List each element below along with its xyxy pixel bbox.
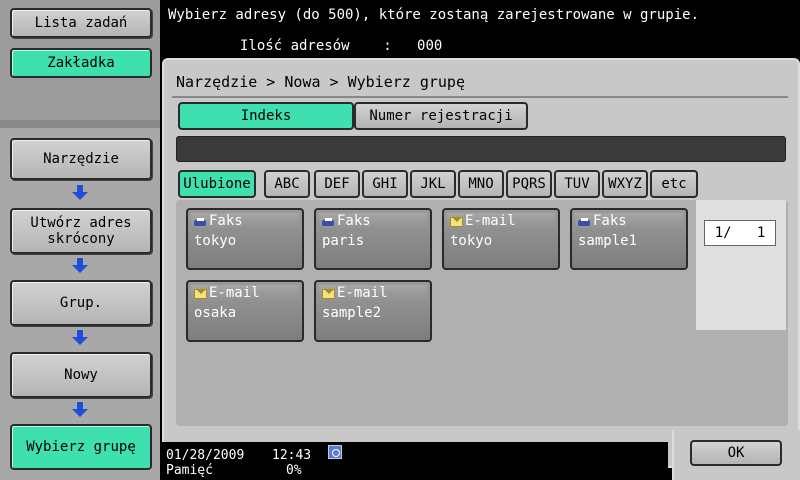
address-card[interactable]: E-mail osaka <box>186 280 304 342</box>
index-pqrs-button[interactable]: PQRS <box>506 170 552 198</box>
index-mno-button[interactable]: MNO <box>458 170 504 198</box>
address-type-label: Faks <box>593 213 627 229</box>
address-card[interactable]: E-mail sample2 <box>314 280 432 342</box>
address-card[interactable]: Faks paris <box>314 208 432 270</box>
address-type: Faks <box>319 213 427 231</box>
step-group-button[interactable]: Grup. <box>10 280 152 326</box>
search-display <box>176 136 786 162</box>
page-indicator: 1/ 1 <box>704 220 776 246</box>
tab-index[interactable]: Indeks <box>178 102 354 130</box>
index-etc-button[interactable]: etc <box>650 170 698 198</box>
job-list-button[interactable]: Lista zadań <box>10 8 152 38</box>
address-type-label: Faks <box>337 213 371 229</box>
status-bar: 01/28/2009 12:43 Pamięć 0% <box>162 442 668 480</box>
address-name: sample2 <box>322 305 382 321</box>
bookmark-button[interactable]: Zakładka <box>10 48 152 78</box>
address-count: Ilość adresów : 000 <box>240 37 442 55</box>
email-icon <box>194 289 207 299</box>
step-select-group-button[interactable]: Wybierz grupę <box>10 424 152 470</box>
sidebar-divider <box>0 120 160 128</box>
network-icon <box>328 445 342 459</box>
address-count-label: Ilość adresów <box>240 38 350 54</box>
address-count-separator: : <box>383 38 392 54</box>
address-name: tokyo <box>194 233 237 249</box>
address-type: Faks <box>575 213 683 231</box>
address-card[interactable]: E-mail tokyo <box>442 208 560 270</box>
main-panel: Narzędzie > Nowa > Wybierz grupę Indeks … <box>162 58 800 468</box>
step-tool-button[interactable]: Narzędzie <box>10 138 152 180</box>
address-type-label: Faks <box>209 213 243 229</box>
fax-icon <box>322 218 335 227</box>
down-arrow-icon <box>72 330 88 346</box>
address-name: sample1 <box>578 233 638 249</box>
step-new-button[interactable]: Nowy <box>10 352 152 398</box>
address-card[interactable]: Faks sample1 <box>570 208 688 270</box>
status-time: 12:43 <box>272 448 312 463</box>
address-count-value: 000 <box>417 38 443 54</box>
index-wxyz-button[interactable]: WXYZ <box>602 170 648 198</box>
address-card[interactable]: Faks tokyo <box>186 208 304 270</box>
status-date: 01/28/2009 <box>166 448 245 463</box>
email-icon <box>450 217 463 227</box>
index-jkl-button[interactable]: JKL <box>410 170 456 198</box>
ok-button[interactable]: OK <box>690 440 782 466</box>
address-type: Faks <box>191 213 299 231</box>
down-arrow-icon <box>72 185 88 201</box>
address-type-label: E-mail <box>337 285 388 301</box>
breadcrumb: Narzędzie > Nowa > Wybierz grupę <box>172 68 788 98</box>
down-arrow-icon <box>72 402 88 418</box>
index-def-button[interactable]: DEF <box>314 170 360 198</box>
address-type: E-mail <box>447 213 555 231</box>
index-abc-button[interactable]: ABC <box>264 170 310 198</box>
address-type-label: E-mail <box>465 213 516 229</box>
email-icon <box>322 289 335 299</box>
fax-icon <box>578 218 591 227</box>
address-name: osaka <box>194 305 237 321</box>
index-tuv-button[interactable]: TUV <box>554 170 600 198</box>
address-name: tokyo <box>450 233 493 249</box>
address-type: E-mail <box>191 285 299 303</box>
index-favorites-button[interactable]: Ulubione <box>178 170 256 198</box>
tab-registration-number[interactable]: Numer rejestracji <box>354 102 528 130</box>
memory-value: 0% <box>286 463 302 478</box>
fax-icon <box>194 218 207 227</box>
step-create-short-address-button[interactable]: Utwórz adres skrócony <box>10 208 152 254</box>
address-type-label: E-mail <box>209 285 260 301</box>
index-ghi-button[interactable]: GHI <box>362 170 408 198</box>
memory-label: Pamięć <box>166 463 213 478</box>
address-name: paris <box>322 233 365 249</box>
sidebar: Lista zadań Zakładka Narzędzie Utwórz ad… <box>0 0 160 480</box>
address-type: E-mail <box>319 285 427 303</box>
down-arrow-icon <box>72 258 88 274</box>
instruction-message: Wybierz adresy (do 500), które zostaną z… <box>168 7 700 23</box>
